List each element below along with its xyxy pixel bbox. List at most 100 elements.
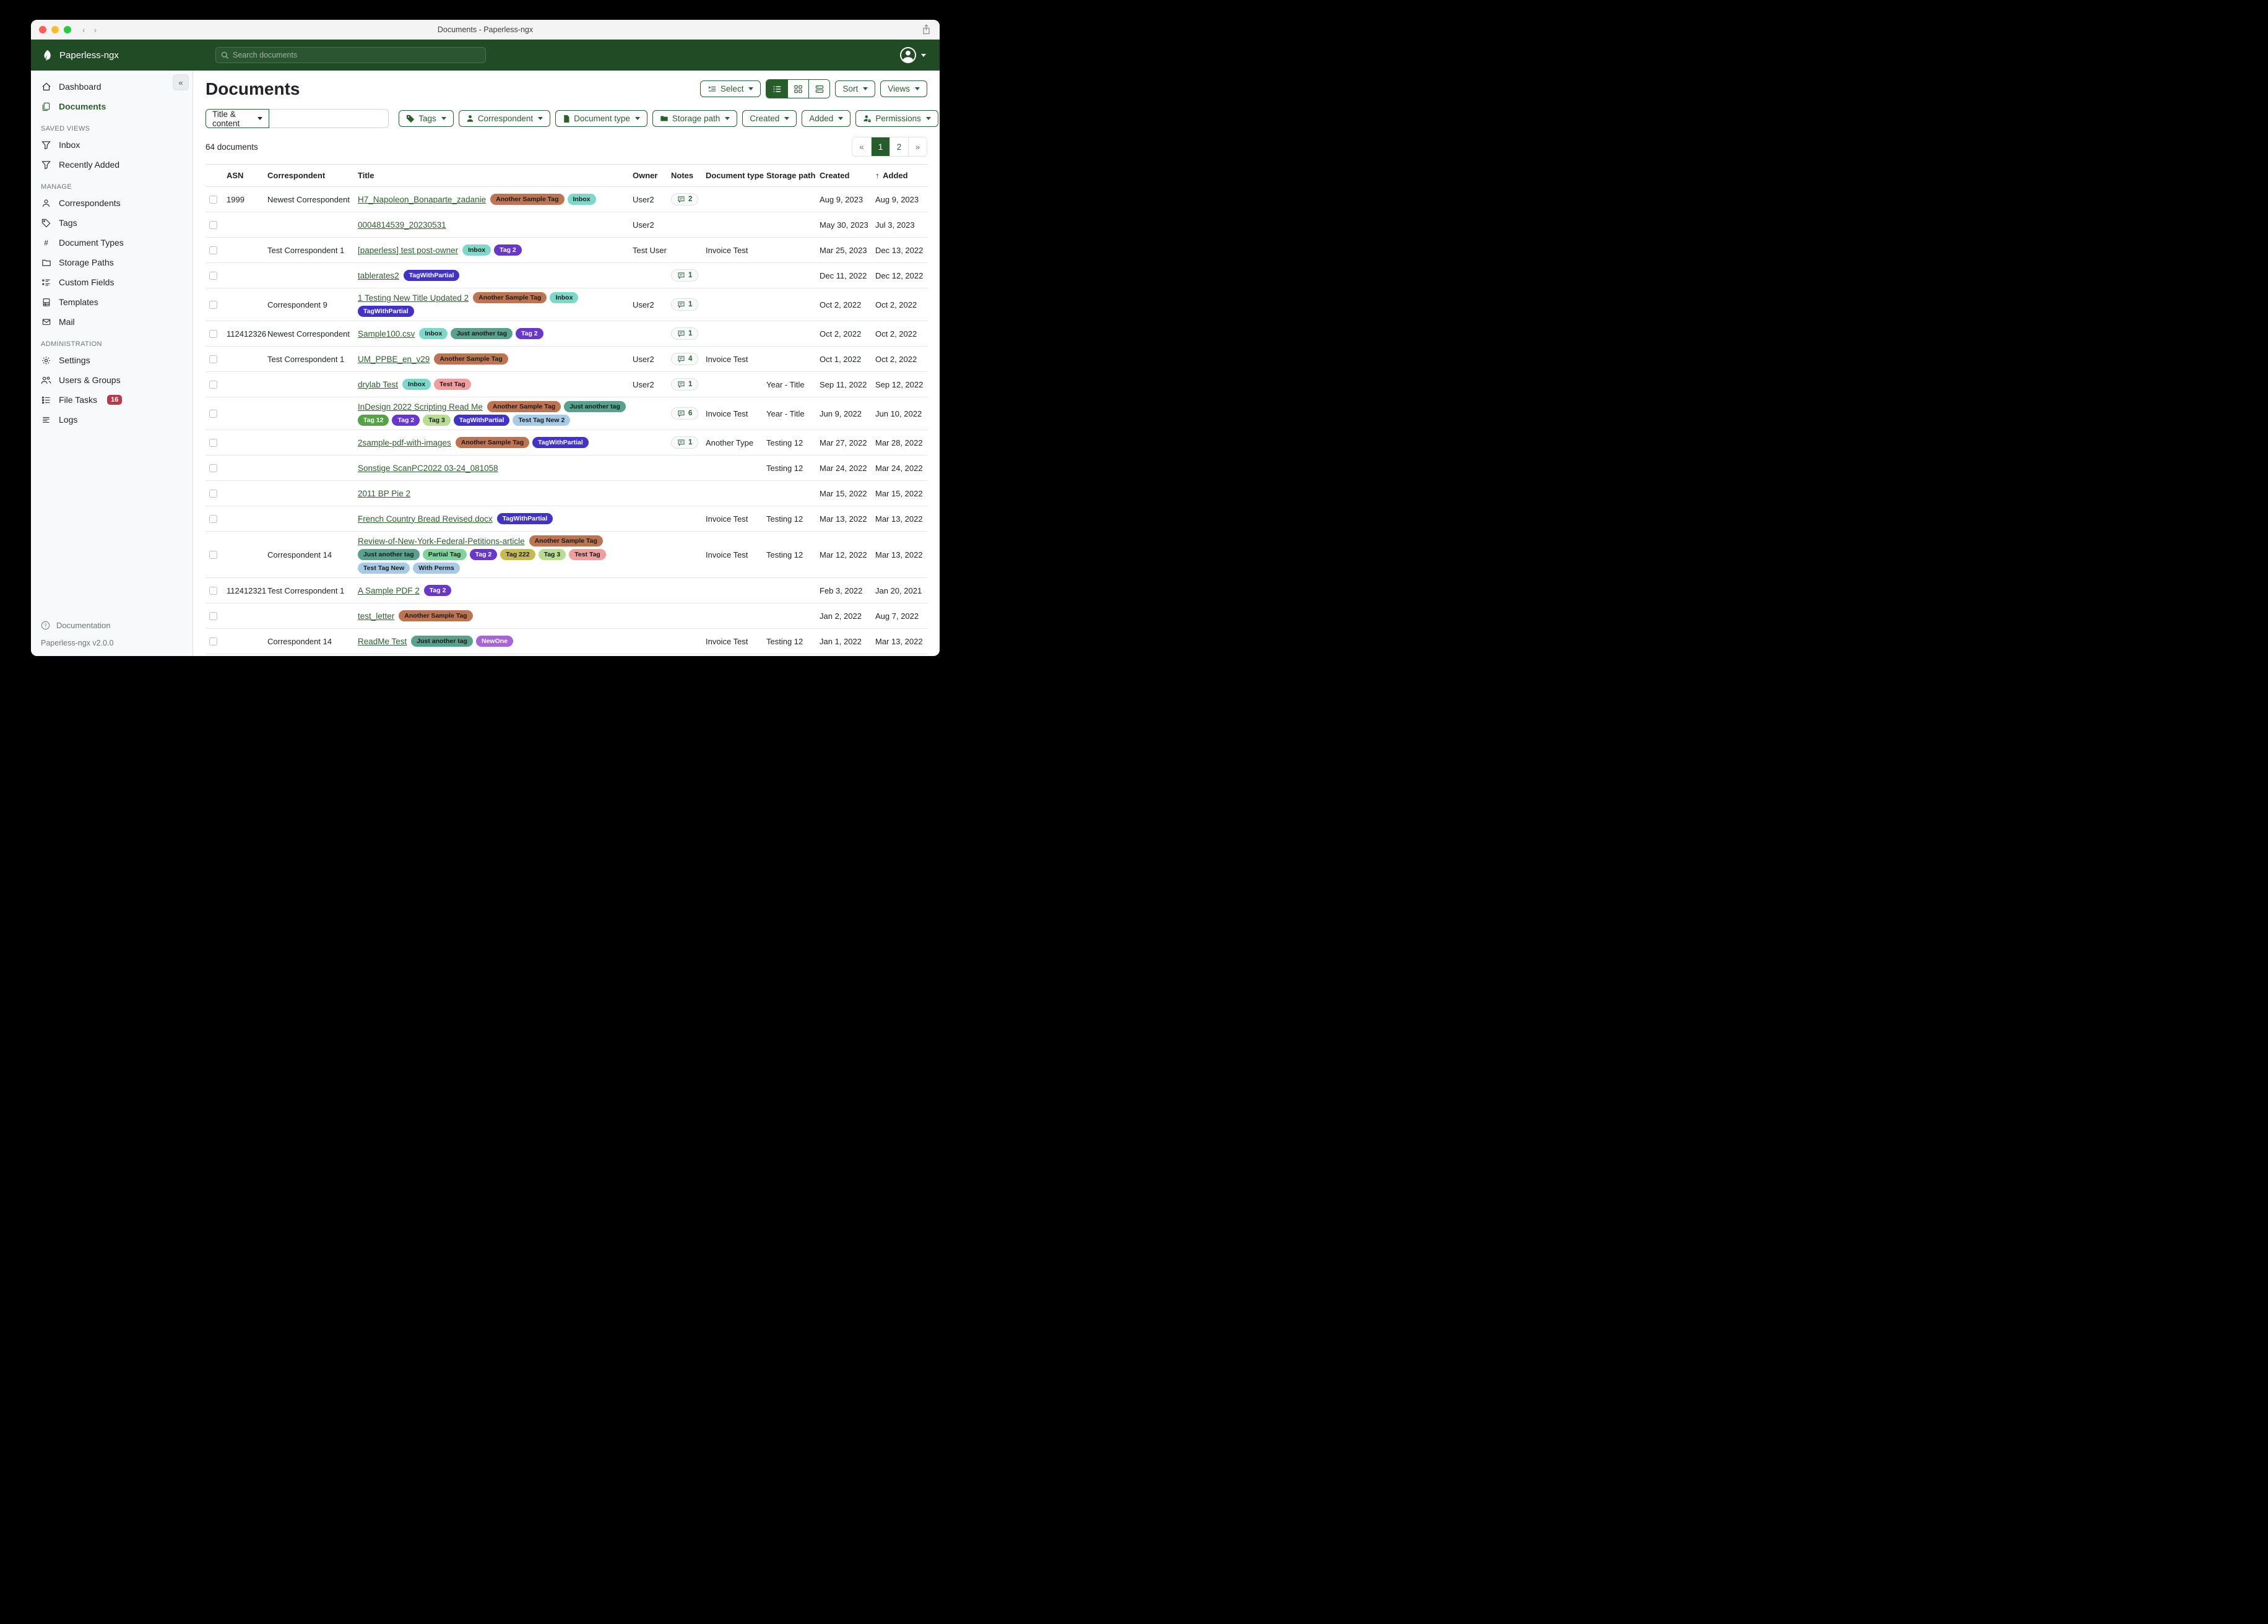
pagination-page-1[interactable]: 1 (871, 137, 889, 156)
cell-storage-path[interactable]: Testing 12 (766, 460, 820, 477)
global-search[interactable] (215, 47, 486, 63)
tag-pill[interactable]: Test Tag (569, 549, 606, 560)
close-window-button[interactable] (39, 26, 46, 33)
cell-document-type[interactable]: Another Type (706, 434, 766, 451)
tag-pill[interactable]: Tag 2 (470, 549, 498, 560)
tag-pill[interactable]: Inbox (419, 328, 448, 339)
notes-badge[interactable]: 1 (671, 327, 698, 340)
document-title-link[interactable]: test_letter (358, 611, 394, 621)
document-title-link[interactable]: Sample100.csv (358, 329, 415, 339)
row-checkbox[interactable] (209, 439, 217, 447)
sidebar-item-tags[interactable]: Tags (31, 213, 193, 233)
document-title-link[interactable]: InDesign 2022 Scripting Read Me (358, 402, 483, 412)
row-checkbox[interactable] (209, 637, 217, 646)
search-field-selector[interactable]: Title & content (206, 109, 269, 128)
tag-pill[interactable]: Just another tag (411, 636, 473, 647)
tag-pill[interactable]: TagWithPartial (532, 437, 589, 448)
cell-document-type[interactable]: Invoice Test (706, 633, 766, 650)
brand[interactable]: Paperless-ngx (31, 49, 193, 62)
sidebar-collapse-button[interactable]: « (173, 74, 189, 90)
cell-document-type[interactable] (706, 330, 766, 337)
tag-pill[interactable]: Tag 2 (516, 328, 543, 339)
cell-storage-path[interactable]: Testing 12 (766, 511, 820, 527)
row-checkbox[interactable] (209, 587, 217, 595)
select-button[interactable]: Select (700, 80, 761, 97)
document-title-link[interactable]: 2sample-pdf-with-images (358, 438, 451, 447)
cell-storage-path[interactable] (766, 246, 820, 254)
column-header-title[interactable]: Title (358, 165, 633, 186)
cell-document-type[interactable] (706, 272, 766, 279)
row-checkbox[interactable] (209, 355, 217, 363)
search-input[interactable] (233, 51, 480, 59)
back-icon[interactable]: ‹ (82, 25, 85, 35)
tag-pill[interactable]: TagWithPartial (404, 270, 460, 281)
document-title-link[interactable]: Review-of-New-York-Federal-Petitions-art… (358, 537, 525, 546)
sidebar-item-correspondents[interactable]: Correspondents (31, 193, 193, 213)
document-title-link[interactable]: UM_PPBE_en_v29 (358, 355, 430, 364)
sort-button[interactable]: Sort (835, 80, 875, 97)
sidebar-item-custom-fields[interactable]: Custom Fields (31, 272, 193, 292)
cell-document-type[interactable]: Invoice Test (706, 546, 766, 563)
tag-pill[interactable]: Tag 222 (500, 549, 535, 560)
cell-document-type[interactable]: Invoice Test (706, 405, 766, 422)
tag-pill[interactable]: Tag 2 (392, 415, 420, 426)
row-checkbox[interactable] (209, 246, 217, 254)
document-title-link[interactable]: 2011 BP Pie 2 (358, 489, 410, 498)
sidebar-item-logs[interactable]: Logs (31, 410, 193, 430)
tag-pill[interactable]: Test Tag New (358, 563, 410, 574)
tag-pill[interactable]: Just another tag (358, 549, 420, 560)
cell-correspondent[interactable] (267, 410, 358, 417)
title-content-input[interactable] (269, 109, 389, 128)
filter-correspondent-button[interactable]: Correspondent (459, 110, 550, 127)
notes-badge[interactable]: 1 (671, 298, 698, 311)
document-title-link[interactable]: French Country Bread Revised.docx (358, 514, 493, 524)
cell-storage-path[interactable] (766, 490, 820, 497)
cell-storage-path[interactable]: Year - Title (766, 376, 820, 393)
tag-pill[interactable]: Another Sample Tag (434, 353, 508, 365)
sidebar-item-inbox[interactable]: Inbox (31, 135, 193, 155)
cell-storage-path[interactable]: Testing 12 (766, 434, 820, 451)
cell-correspondent[interactable] (267, 439, 358, 446)
sidebar-item-storage-paths[interactable]: Storage Paths (31, 253, 193, 272)
tag-pill[interactable]: TagWithPartial (358, 306, 414, 317)
column-header-storage-path[interactable]: Storage path (766, 165, 820, 186)
sidebar-item-users-groups[interactable]: Users & Groups (31, 370, 193, 390)
cell-storage-path[interactable] (766, 612, 820, 620)
cell-document-type[interactable] (706, 221, 766, 228)
column-header-document-type[interactable]: Document type (706, 165, 766, 186)
document-title-link[interactable]: tablerates2 (358, 271, 399, 280)
notes-badge[interactable]: 1 (671, 378, 698, 391)
row-checkbox[interactable] (209, 612, 217, 620)
row-checkbox[interactable] (209, 221, 217, 229)
sidebar-item-mail[interactable]: Mail (31, 312, 193, 332)
filter-created-button[interactable]: Created (742, 110, 797, 127)
filter-tags-button[interactable]: Tags (399, 110, 454, 127)
column-header-asn[interactable]: ASN (227, 165, 267, 186)
cell-storage-path[interactable]: Testing 12 (766, 633, 820, 650)
views-button[interactable]: Views (880, 80, 927, 97)
notes-badge[interactable]: 1 (671, 269, 698, 282)
tag-pill[interactable]: TagWithPartial (454, 415, 510, 426)
cell-document-type[interactable]: Invoice Test (706, 242, 766, 259)
row-checkbox[interactable] (209, 464, 217, 472)
row-checkbox[interactable] (209, 410, 217, 418)
tag-pill[interactable]: Just another tag (564, 401, 626, 412)
document-title-link[interactable]: A Sample PDF 2 (358, 586, 420, 595)
pagination-next[interactable]: » (908, 137, 927, 156)
cell-correspondent[interactable]: Test Correspondent 1 (267, 242, 358, 259)
tag-pill[interactable]: Inbox (402, 379, 431, 390)
view-list-button[interactable] (766, 80, 787, 98)
sidebar-item-documents[interactable]: Documents (31, 97, 193, 116)
cell-storage-path[interactable]: Testing 12 (766, 546, 820, 563)
cell-correspondent[interactable] (267, 272, 358, 279)
column-header-correspondent[interactable]: Correspondent (267, 165, 358, 186)
sidebar-item-settings[interactable]: Settings (31, 350, 193, 370)
pagination-prev[interactable]: « (852, 137, 871, 156)
tag-pill[interactable]: NewOne (476, 636, 513, 647)
tag-pill[interactable]: Inbox (462, 244, 491, 256)
sidebar-item-document-types[interactable]: #Document Types (31, 233, 193, 253)
tag-pill[interactable]: Inbox (550, 292, 578, 303)
view-grid-button[interactable] (787, 80, 808, 98)
cell-correspondent[interactable]: Test Correspondent 1 (267, 582, 358, 599)
notes-badge[interactable]: 1 (671, 436, 698, 449)
